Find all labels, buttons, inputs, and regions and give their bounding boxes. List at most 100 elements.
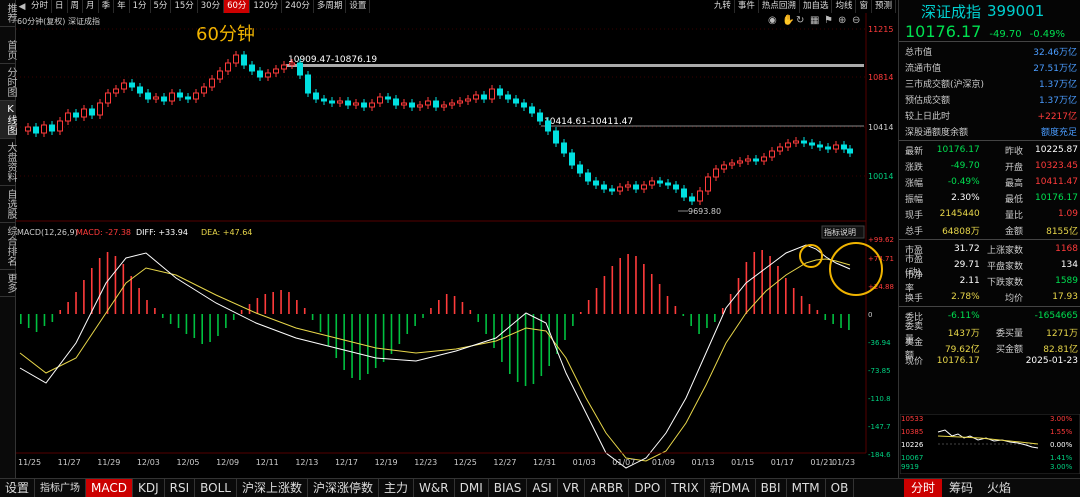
bottom-tab-mtm[interactable]: MTM bbox=[787, 478, 826, 497]
date-label: 01/09 bbox=[652, 458, 675, 467]
candle-body bbox=[729, 162, 735, 166]
mini-intraday-chart[interactable]: 10533 10385 10226 10067 9919 3.00% 1.55%… bbox=[900, 414, 1080, 474]
left-tab-more[interactable]: 更多 bbox=[0, 270, 16, 297]
macd-bar bbox=[430, 308, 432, 314]
index-title: 深证成指 399001 bbox=[899, 0, 1080, 22]
layout-icon[interactable]: ▦ bbox=[810, 15, 819, 26]
bottom-right-tabs: 分时 筹码 火焰 bbox=[904, 479, 1018, 497]
left-tab-market-info[interactable]: 大盘资料 bbox=[0, 139, 16, 186]
bottom-tab-ob[interactable]: OB bbox=[826, 478, 855, 497]
bottom-tab-vr[interactable]: VR bbox=[558, 478, 586, 497]
bottom-tab-bbi[interactable]: BBI bbox=[756, 478, 787, 497]
bottom-tab-bias[interactable]: BIAS bbox=[489, 478, 528, 497]
period-settings[interactable]: 设置 bbox=[346, 0, 371, 13]
left-tab-kline[interactable]: K线图 bbox=[0, 101, 16, 139]
candle-body bbox=[625, 184, 631, 188]
diff-value: DIFF: +33.94 bbox=[136, 228, 188, 237]
bottom-tab-dmi[interactable]: DMI bbox=[455, 478, 489, 497]
candle-body bbox=[537, 112, 543, 122]
candle-body bbox=[249, 64, 255, 72]
period-60min[interactable]: 60分 bbox=[224, 0, 251, 13]
macd-bar bbox=[508, 314, 511, 374]
bottom-tab-new-dma[interactable]: 新DMA bbox=[705, 478, 756, 497]
tool-forecast[interactable]: 预测 bbox=[872, 0, 896, 13]
period-day[interactable]: 日 bbox=[52, 0, 68, 13]
bottom-tab-asi[interactable]: ASI bbox=[527, 478, 558, 497]
date-label: 01/13 bbox=[692, 458, 715, 467]
bottom-tab-chips[interactable]: 筹码 bbox=[942, 479, 980, 497]
bottom-tab-limit-up[interactable]: 沪深涨停数 bbox=[308, 478, 380, 497]
price-tick-10014: 10014 bbox=[868, 172, 893, 181]
bottom-tab-trix[interactable]: TRIX bbox=[666, 478, 705, 497]
bottom-tab-dpo[interactable]: DPO bbox=[629, 478, 667, 497]
left-tab-home[interactable]: 首页 bbox=[0, 37, 16, 64]
bottom-tab-settings[interactable]: 设置 bbox=[0, 478, 36, 497]
period-120min[interactable]: 120分 bbox=[250, 0, 283, 13]
hand-icon[interactable]: ✋ bbox=[782, 13, 794, 26]
candle-body bbox=[777, 146, 783, 152]
candle-body bbox=[609, 188, 615, 192]
row-vs-yesterday: 较上日此时 +2217亿 bbox=[905, 111, 1077, 122]
period-5min[interactable]: 5分 bbox=[151, 0, 172, 13]
candle-body bbox=[489, 88, 495, 100]
prev-arrow-icon[interactable]: ◀ bbox=[16, 1, 28, 13]
chart-area[interactable]: ◉ ✋ ↻ ▦ ⚑ ⊕ ⊖ 60分钟(复权) 深证成指 60分钟 11215 1… bbox=[16, 13, 896, 478]
macd-bar bbox=[75, 292, 77, 314]
macd-bar bbox=[161, 314, 164, 318]
tool-ma[interactable]: 均线 bbox=[832, 0, 857, 13]
zoom-out-icon[interactable]: ⊖ bbox=[852, 15, 860, 26]
candle-body bbox=[841, 144, 847, 150]
candle-body bbox=[409, 102, 415, 108]
bottom-tab-arbr[interactable]: ARBR bbox=[585, 478, 630, 497]
bottom-tab-indicator-square[interactable]: 指标广场 bbox=[35, 478, 87, 497]
bottom-tab-flame[interactable]: 火焰 bbox=[980, 479, 1018, 497]
bottom-tab-macd[interactable]: MACD bbox=[86, 478, 133, 497]
candle-body bbox=[137, 86, 143, 94]
candle-body bbox=[785, 142, 791, 148]
candle-body bbox=[361, 102, 367, 108]
candle-body bbox=[305, 74, 311, 94]
candle-body bbox=[81, 108, 87, 118]
bottom-tab-rsi[interactable]: RSI bbox=[165, 478, 196, 497]
date-label: 12/11 bbox=[256, 458, 279, 467]
zoom-in-icon[interactable]: ⊕ bbox=[838, 15, 846, 26]
left-tab-timeshare[interactable]: 分时图 bbox=[0, 64, 16, 101]
kline-chart[interactable]: ◉ ✋ ↻ ▦ ⚑ ⊕ ⊖ 60分钟(复权) 深证成指 60分钟 11215 1… bbox=[16, 13, 896, 478]
tool-window[interactable]: 窗 bbox=[856, 0, 872, 13]
period-multi[interactable]: 多周期 bbox=[314, 0, 347, 13]
period-year[interactable]: 年 bbox=[114, 0, 130, 13]
bottom-tab-wr[interactable]: W&R bbox=[414, 478, 455, 497]
period-week[interactable]: 周 bbox=[68, 0, 84, 13]
bottom-tab-boll[interactable]: BOLL bbox=[195, 478, 237, 497]
macd-bar bbox=[745, 262, 748, 314]
period-30min[interactable]: 30分 bbox=[198, 0, 225, 13]
period-timeshare[interactable]: 分时 bbox=[28, 0, 53, 13]
period-month[interactable]: 月 bbox=[83, 0, 99, 13]
left-tab-ranking[interactable]: 综合排名 bbox=[0, 223, 16, 270]
mini-tick-l0: 10533 bbox=[901, 415, 923, 423]
period-15min[interactable]: 15分 bbox=[171, 0, 198, 13]
macd-bar bbox=[445, 294, 448, 314]
macd-bar bbox=[256, 298, 259, 314]
left-tab-recommend[interactable]: 推荐 bbox=[0, 0, 16, 27]
left-tab-watchlist[interactable]: 自选股 bbox=[0, 186, 16, 223]
eye-icon[interactable]: ◉ bbox=[768, 15, 777, 26]
tool-hotspot[interactable]: 热点回溯 bbox=[759, 0, 800, 13]
macd-bar bbox=[564, 314, 566, 340]
tool-events[interactable]: 事件 bbox=[735, 0, 759, 13]
bottom-tab-kdj[interactable]: KDJ bbox=[133, 478, 165, 497]
flag-icon[interactable]: ⚑ bbox=[824, 15, 833, 26]
refresh-icon[interactable]: ↻ bbox=[796, 15, 804, 26]
tool-add-watch[interactable]: 加自选 bbox=[800, 0, 833, 13]
bottom-tab-timeshare[interactable]: 分时 bbox=[904, 479, 943, 497]
period-quarter[interactable]: 季 bbox=[99, 0, 115, 13]
macd-bar bbox=[808, 304, 811, 314]
bottom-tab-up-count[interactable]: 沪深上涨数 bbox=[237, 478, 309, 497]
toolbar-right: 九转 事件 热点回溯 加自选 均线 窗 预测 bbox=[711, 0, 896, 13]
period-1min[interactable]: 1分 bbox=[130, 0, 151, 13]
quote-panel: 深证成指 399001 10176.17 -49.70 -0.49% 总市值 32… bbox=[898, 0, 1080, 478]
period-240min[interactable]: 240分 bbox=[282, 0, 314, 13]
tool-nine-turn[interactable]: 九转 bbox=[711, 0, 735, 13]
macd-bar bbox=[438, 300, 440, 314]
bottom-tab-main-force[interactable]: 主力 bbox=[379, 478, 415, 497]
